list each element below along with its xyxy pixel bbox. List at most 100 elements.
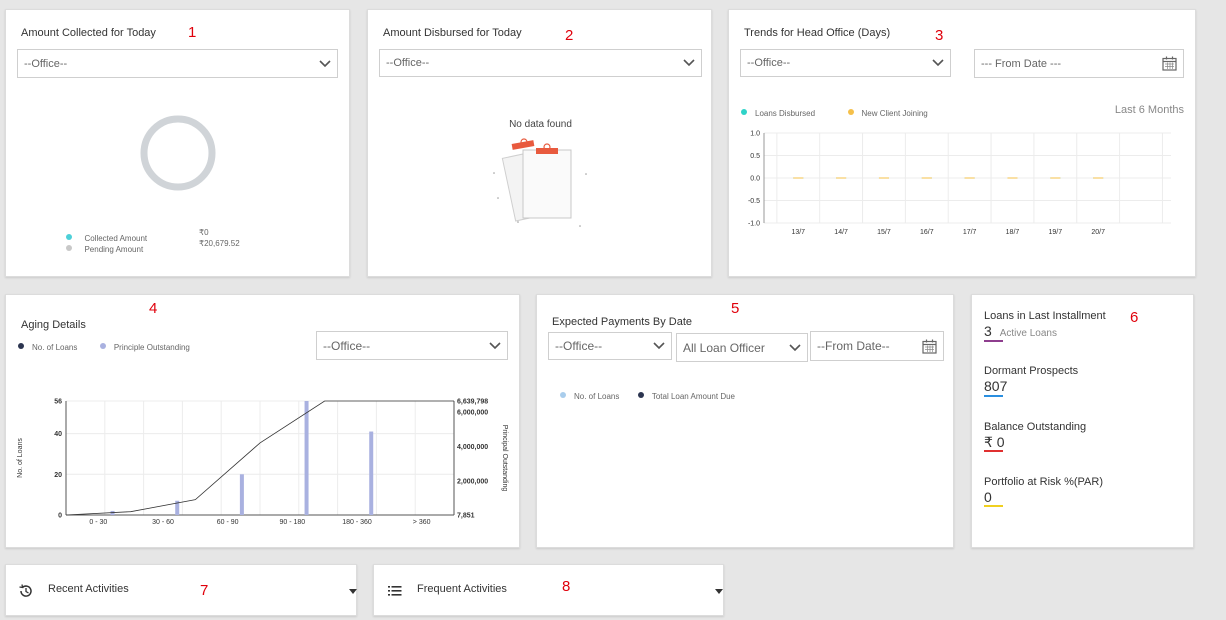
chevron-down-icon xyxy=(319,59,331,67)
y-tick-label: -1.0 xyxy=(748,221,760,228)
legend-dot xyxy=(637,391,644,398)
expected-legend: No. of Loans Total Loan Amount Due xyxy=(560,386,735,404)
x-tick-label: 30 - 60 xyxy=(152,519,174,526)
caret-down-icon[interactable] xyxy=(715,589,723,594)
pending-amount-ring xyxy=(140,115,216,191)
chevron-down-icon xyxy=(489,341,501,349)
metric-label: Loans in Last Installment xyxy=(984,310,1106,322)
x-tick-label: 14/7 xyxy=(834,229,848,236)
metrics-card: 6 Loans in Last Installment 3 Active Loa… xyxy=(971,294,1194,548)
loan-officer-select[interactable]: All Loan Officer xyxy=(676,333,808,362)
annotation-number: 1 xyxy=(188,24,197,41)
trends-legend: Loans Disbursed New Client Joining xyxy=(741,103,928,121)
y-tick-label: 56 xyxy=(54,399,62,406)
annotation-number: 5 xyxy=(731,300,740,317)
y-right-tick-label: 6,639,798 xyxy=(457,399,488,406)
amount-disbursed-card: Amount Disbursed for Today 2 --Office-- … xyxy=(367,9,712,277)
y-axis-label: No. of Loans xyxy=(17,438,24,478)
aging-bar xyxy=(369,431,374,515)
legend-label: Pending Amount xyxy=(84,245,144,254)
x-tick-label: 18/7 xyxy=(1006,229,1020,236)
trends-chart: 1.0 0.5 0.0 -0.5 -1.0 13/7 14/7 15/7 16/7 17/7 18/… xyxy=(748,131,1171,236)
legend-dot xyxy=(66,244,72,251)
card-title: Amount Collected for Today xyxy=(21,27,156,39)
y-tick-label: 0.5 xyxy=(750,153,760,160)
legend-dot xyxy=(847,108,854,115)
metric-underline xyxy=(984,450,1003,452)
panel-title: Recent Activities xyxy=(48,583,129,595)
period-label: Last 6 Months xyxy=(1114,104,1184,116)
office-select[interactable]: --Office-- xyxy=(379,49,702,77)
legend-value: ₹0 xyxy=(199,228,209,237)
from-date-input[interactable]: --- From Date --- xyxy=(974,49,1184,78)
annotation-number: 8 xyxy=(562,578,571,595)
y-right-axis-label: Principal Outstanding xyxy=(501,425,508,492)
office-select[interactable]: --Office-- xyxy=(17,49,338,78)
metric-value: 3 Active Loans xyxy=(984,323,1057,339)
office-select[interactable]: --Office-- xyxy=(740,49,951,77)
calendar-icon[interactable] xyxy=(922,339,937,354)
no-data-message: No data found xyxy=(509,119,572,130)
office-select-value: --Office-- xyxy=(24,57,68,70)
annotation-number: 6 xyxy=(1130,309,1139,326)
office-select-value: --Office-- xyxy=(747,57,791,69)
card-title: Aging Details xyxy=(21,319,86,331)
office-select[interactable]: --Office-- xyxy=(316,331,508,360)
legend-dot xyxy=(741,108,747,115)
legend-value: ₹20,679.52 xyxy=(199,239,240,248)
card-title: Expected Payments By Date xyxy=(552,316,693,328)
metric-underline xyxy=(984,340,1003,342)
chevron-down-icon xyxy=(683,59,695,67)
collected-legend: Collected Amount ₹0 Pending Amount ₹20,6… xyxy=(66,228,326,254)
card-title: Trends for Head Office (Days) xyxy=(744,27,891,39)
panel-title: Frequent Activities xyxy=(417,583,507,595)
y-tick-label: -0.5 xyxy=(748,198,760,205)
legend-dot xyxy=(18,342,24,349)
x-tick-label: 90 - 180 xyxy=(279,519,305,526)
y-right-tick-label: 7,851 xyxy=(457,513,475,520)
office-select-value: --Office-- xyxy=(555,339,603,353)
from-date-placeholder: --- From Date --- xyxy=(981,57,1062,70)
dormant-prospects-value: 807 xyxy=(984,378,1008,394)
annotation-number: 7 xyxy=(200,582,209,599)
loan-officer-select-value: All Loan Officer xyxy=(683,340,765,355)
donut-chart xyxy=(140,115,216,191)
legend-dot xyxy=(99,342,106,349)
metric-label: Dormant Prospects xyxy=(984,365,1079,377)
aging-legend: No. of Loans Principle Outstanding xyxy=(18,337,190,355)
chevron-down-icon xyxy=(932,59,944,67)
no-data-illustration-icon xyxy=(493,138,587,227)
chevron-down-icon xyxy=(789,343,801,351)
legend-label: Loans Disbursed xyxy=(755,109,816,118)
x-tick-label: 16/7 xyxy=(920,229,934,236)
from-date-input[interactable]: --From Date-- xyxy=(810,331,944,361)
x-tick-label: 60 - 90 xyxy=(217,519,239,526)
office-select-value: --Office-- xyxy=(386,57,430,69)
legend-label: Total Loan Amount Due xyxy=(651,392,735,401)
balance-outstanding-value: ₹ 0 xyxy=(984,434,1005,450)
office-select[interactable]: --Office-- xyxy=(548,332,672,360)
legend-label: New Client Joining xyxy=(861,109,928,118)
legend-label: No. of Loans xyxy=(574,392,620,401)
calendar-icon[interactable] xyxy=(1162,56,1177,71)
annotation-number: 2 xyxy=(565,27,574,44)
x-tick-label: 20/7 xyxy=(1091,229,1105,236)
y-tick-label: 20 xyxy=(54,472,62,479)
card-title: Amount Disbursed for Today xyxy=(383,27,522,39)
x-tick-label: > 360 xyxy=(413,519,431,526)
x-tick-label: 17/7 xyxy=(963,229,977,236)
par-value: 0 xyxy=(984,489,992,505)
caret-down-icon[interactable] xyxy=(349,589,357,594)
metric-label: Portfolio at Risk %(PAR) xyxy=(984,476,1103,488)
frequent-activities-panel[interactable]: Frequent Activities 8 xyxy=(373,564,724,616)
office-select-value: --Office-- xyxy=(323,338,371,353)
loans-last-installment-value: 3 xyxy=(984,323,992,339)
y-tick-label: 0.0 xyxy=(750,176,760,183)
legend-dot xyxy=(560,391,566,398)
aging-details-card: Aging Details 4 No. of Loans Principle O… xyxy=(5,294,520,548)
y-right-tick-label: 2,000,000 xyxy=(457,478,488,485)
history-icon xyxy=(19,584,32,597)
trends-card: Trends for Head Office (Days) 3 --Office… xyxy=(728,9,1196,277)
legend-row-collected: Collected Amount ₹0 xyxy=(66,228,326,243)
recent-activities-panel[interactable]: Recent Activities 7 xyxy=(5,564,357,616)
